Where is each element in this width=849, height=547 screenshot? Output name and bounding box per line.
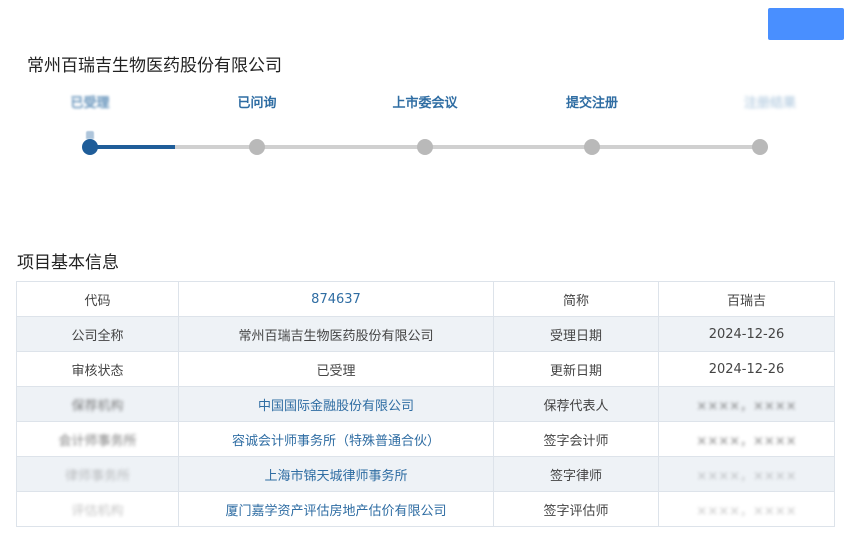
step-dot-registration-result bbox=[752, 139, 768, 155]
signing-lawyers-value: ××××，×××× bbox=[658, 456, 835, 492]
field-label: 保荐机构 bbox=[16, 386, 179, 422]
field-label: 签字律师 bbox=[493, 456, 659, 492]
signing-appraisers-value: ××××，×××× bbox=[658, 491, 835, 527]
sponsor-institution-link[interactable]: 中国国际金融股份有限公司 bbox=[178, 386, 494, 422]
step-dot-listing-committee bbox=[417, 139, 433, 155]
table-row: 律师事务所 上海市锦天城律师事务所 签字律师 ××××，×××× bbox=[16, 456, 835, 492]
table-row: 代码 874637 简称 百瑞吉 bbox=[16, 281, 835, 317]
field-label: 签字评估师 bbox=[493, 491, 659, 527]
sponsor-reps-value: ××××，×××× bbox=[658, 386, 835, 422]
field-label: 代码 bbox=[16, 281, 179, 317]
field-label: 评估机构 bbox=[16, 491, 179, 527]
law-firm-link[interactable]: 上海市锦天城律师事务所 bbox=[178, 456, 494, 492]
field-label: 受理日期 bbox=[493, 316, 659, 352]
update-date-value: 2024-12-26 bbox=[658, 351, 835, 387]
field-label: 公司全称 bbox=[16, 316, 179, 352]
review-progress-stepper: 已受理 已问询 上市委会议 提交注册 注册结果 bbox=[0, 88, 849, 168]
table-row: 保荐机构 中国国际金融股份有限公司 保荐代表人 ××××，×××× bbox=[16, 386, 835, 422]
step-label-registration-result: 注册结果 bbox=[743, 96, 797, 111]
field-label: 签字会计师 bbox=[493, 421, 659, 457]
review-status-value: 已受理 bbox=[178, 351, 494, 387]
field-label: 会计师事务所 bbox=[16, 421, 179, 457]
appraisal-firm-link[interactable]: 厦门嘉学资产评估房地产估价有限公司 bbox=[178, 491, 494, 527]
short-name-value: 百瑞吉 bbox=[658, 281, 835, 317]
current-step-marker bbox=[86, 131, 94, 139]
step-dot-submit-registration bbox=[584, 139, 600, 155]
field-label: 审核状态 bbox=[16, 351, 179, 387]
step-dot-inquired bbox=[249, 139, 265, 155]
accounting-firm-link[interactable]: 容诚会计师事务所（特殊普通合伙） bbox=[178, 421, 494, 457]
table-row: 公司全称 常州百瑞吉生物医药股份有限公司 受理日期 2024-12-26 bbox=[16, 316, 835, 352]
top-right-action-button[interactable] bbox=[768, 8, 844, 40]
signing-accountants-value: ××××，×××× bbox=[658, 421, 835, 457]
step-label-listing-committee: 上市委会议 bbox=[392, 96, 458, 111]
company-title: 常州百瑞吉生物医药股份有限公司 bbox=[27, 56, 282, 76]
company-full-name-value: 常州百瑞吉生物医药股份有限公司 bbox=[178, 316, 494, 352]
project-info-table: 代码 874637 简称 百瑞吉 公司全称 常州百瑞吉生物医药股份有限公司 受理… bbox=[16, 281, 835, 527]
step-label-accepted: 已受理 bbox=[70, 96, 110, 111]
field-label: 律师事务所 bbox=[16, 456, 179, 492]
step-label-inquired: 已问询 bbox=[237, 96, 277, 111]
field-label: 简称 bbox=[493, 281, 659, 317]
table-row: 评估机构 厦门嘉学资产评估房地产估价有限公司 签字评估师 ××××，×××× bbox=[16, 491, 835, 527]
table-row: 会计师事务所 容诚会计师事务所（特殊普通合伙） 签字会计师 ××××，×××× bbox=[16, 421, 835, 457]
section-title: 项目基本信息 bbox=[17, 253, 119, 273]
field-label: 更新日期 bbox=[493, 351, 659, 387]
progress-track-fill bbox=[90, 145, 175, 149]
field-label: 保荐代表人 bbox=[493, 386, 659, 422]
step-dot-accepted bbox=[82, 139, 98, 155]
stock-code-value: 874637 bbox=[178, 281, 494, 317]
step-label-submit-registration: 提交注册 bbox=[565, 96, 619, 111]
table-row: 审核状态 已受理 更新日期 2024-12-26 bbox=[16, 351, 835, 387]
accept-date-value: 2024-12-26 bbox=[658, 316, 835, 352]
